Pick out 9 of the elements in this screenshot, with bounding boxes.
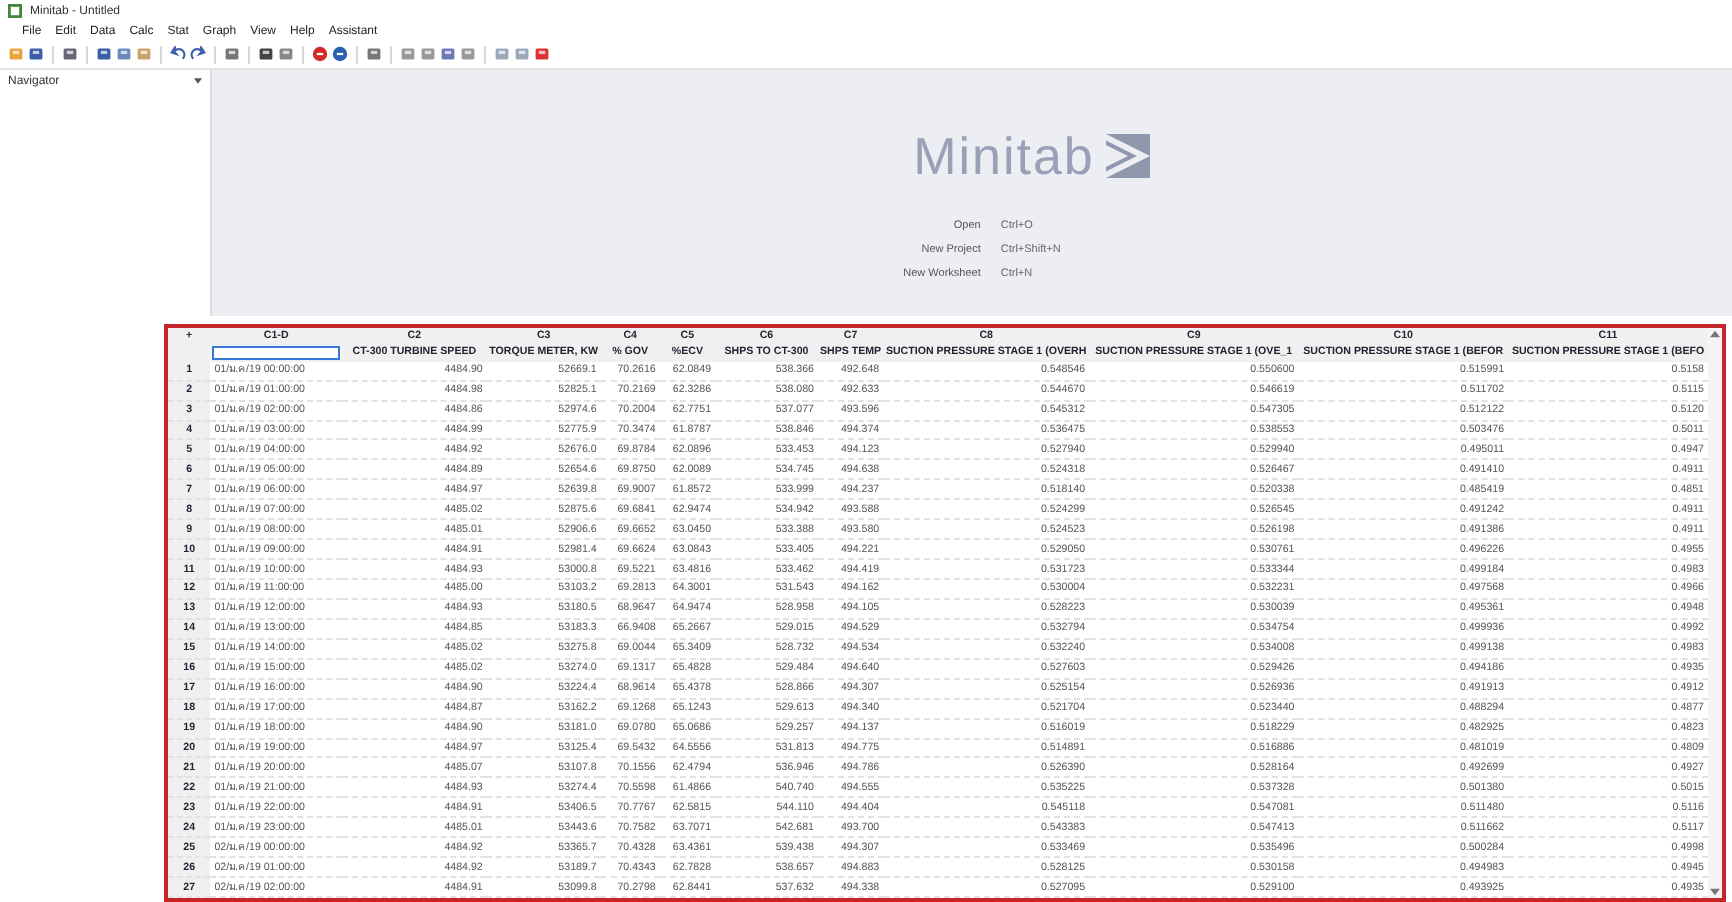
scroll-down-icon[interactable] (1710, 888, 1720, 896)
scroll-up-icon[interactable] (1710, 329, 1720, 338)
logo-icon (1106, 134, 1151, 179)
redo-icon[interactable] (190, 46, 206, 63)
column-name-field[interactable] (212, 345, 340, 360)
minitab-logo: Minitab (913, 125, 1095, 188)
stop-icon[interactable] (312, 46, 328, 63)
undo-icon[interactable] (170, 46, 186, 63)
caret-icon[interactable] (194, 78, 202, 85)
